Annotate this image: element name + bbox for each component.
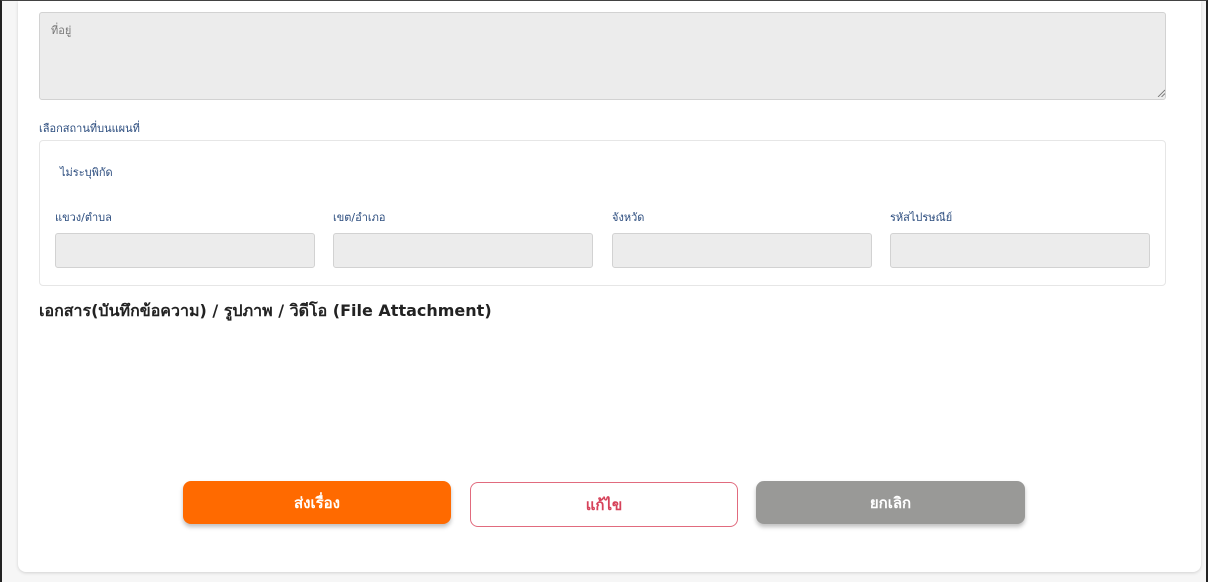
submit-button[interactable]: ส่งเรื่อง xyxy=(183,481,451,524)
postal-code-label: รหัสไปรษณีย์ xyxy=(890,211,953,224)
province-label: จังหวัด xyxy=(612,211,645,224)
subdistrict-label: แขวง/ตำบล xyxy=(55,211,112,224)
select-location-on-map-link[interactable]: เลือกสถานที่บนแผนที่ xyxy=(39,119,140,137)
district-label: เขต/อำเภอ xyxy=(333,211,386,224)
file-attachment-heading: เอกสาร(บันทึกข้อความ) / รูปภาพ / วิดีโอ … xyxy=(39,301,492,320)
edit-button[interactable]: แก้ไข xyxy=(470,482,738,527)
cancel-button[interactable]: ยกเลิก xyxy=(756,481,1025,524)
district-input[interactable] xyxy=(333,233,593,268)
window-frame: เลือกสถานที่บนแผนที่ ไม่ระบุพิกัด แขวง/ต… xyxy=(0,0,1208,582)
no-coordinates-label: ไม่ระบุพิกัด xyxy=(60,166,113,179)
province-input[interactable] xyxy=(612,233,872,268)
resize-grip-icon[interactable] xyxy=(1157,89,1165,97)
location-panel: ไม่ระบุพิกัด แขวง/ตำบล เขต/อำเภอ จังหวัด… xyxy=(39,140,1166,286)
subdistrict-input[interactable] xyxy=(55,233,315,268)
postal-code-input[interactable] xyxy=(890,233,1150,268)
form-card: เลือกสถานที่บนแผนที่ ไม่ระบุพิกัด แขวง/ต… xyxy=(18,1,1201,572)
address-textarea[interactable] xyxy=(39,12,1166,100)
